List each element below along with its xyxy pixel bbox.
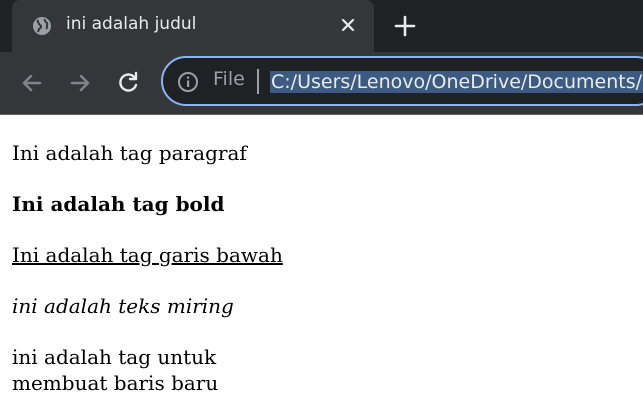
toolbar-divider [0,114,643,115]
omnibox-divider [257,69,259,94]
underline-text: Ini adalah tag garis bawah [12,243,283,267]
tab-title: ini adalah judul [66,14,197,34]
bold-text: Ini adalah tag bold [12,192,225,216]
url-selection[interactable]: C:/Users/Lenovo/OneDrive/Documents/b [270,71,643,93]
linebreak-line-2: membuat baris baru [12,371,219,395]
info-icon[interactable] [177,71,199,93]
linebreak-line-1: ini adalah tag untuk [12,345,217,369]
scheme-label: File [213,68,245,90]
close-icon[interactable] [337,14,359,36]
url-text[interactable]: C:/Users/Lenovo/OneDrive/Documents/b [270,67,643,97]
reload-icon[interactable] [114,69,142,97]
plus-icon[interactable] [392,13,418,39]
paragraph-text: Ini adalah tag paragraf [12,141,247,165]
tab-active[interactable]: ini adalah judul [12,0,374,52]
tab-strip: ini adalah judul [0,0,643,52]
arrow-left-icon[interactable] [18,69,46,97]
globe-icon [33,17,51,35]
address-bar[interactable]: File C:/Users/Lenovo/OneDrive/Documents/… [161,56,643,106]
linebreak-text: ini adalah tag untuk membuat baris baru [12,344,218,396]
browser-toolbar: File C:/Users/Lenovo/OneDrive/Documents/… [0,52,643,114]
arrow-right-icon[interactable] [66,69,94,97]
italic-text: ini adalah teks miring [12,294,234,318]
